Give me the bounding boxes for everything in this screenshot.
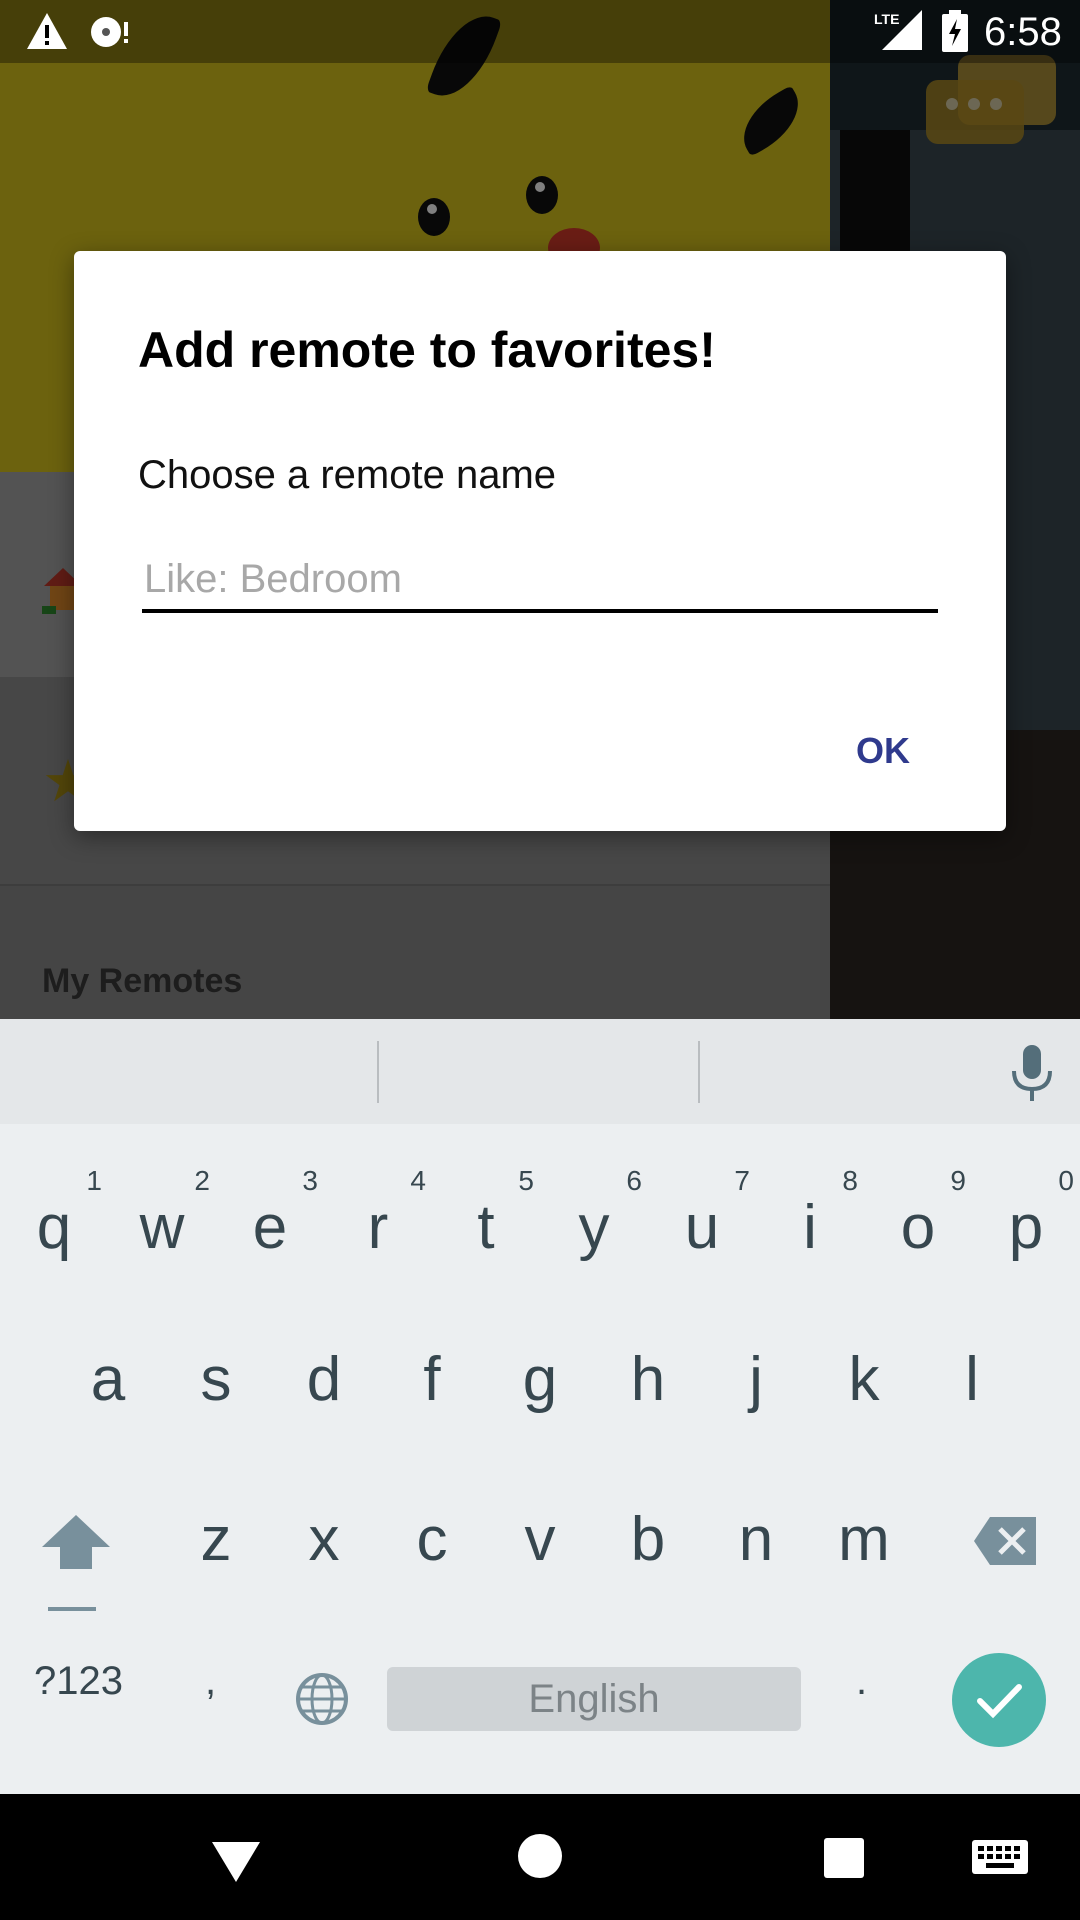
- clock: 6:58: [984, 10, 1062, 54]
- key-s[interactable]: s: [162, 1287, 270, 1447]
- key-q[interactable]: 1q: [0, 1127, 108, 1287]
- enter-key[interactable]: [952, 1653, 1046, 1747]
- ok-button[interactable]: OK: [828, 721, 938, 781]
- key-d[interactable]: d: [270, 1287, 378, 1447]
- dialog-title: Add remote to favorites!: [138, 322, 716, 378]
- key-v[interactable]: v: [486, 1449, 594, 1609]
- navigation-bar: [0, 1794, 1080, 1920]
- key-y[interactable]: 6y: [540, 1127, 648, 1287]
- key-g[interactable]: g: [486, 1287, 594, 1447]
- symbols-key[interactable]: ?123: [34, 1659, 123, 1704]
- suggestion-strip: [0, 1019, 1080, 1124]
- key-x[interactable]: x: [270, 1449, 378, 1609]
- space-key[interactable]: English: [387, 1667, 801, 1731]
- key-e[interactable]: 3e: [216, 1127, 324, 1287]
- key-z[interactable]: z: [162, 1449, 270, 1609]
- comma-key[interactable]: ,: [205, 1659, 216, 1704]
- dialog-subtitle: Choose a remote name: [138, 453, 557, 497]
- key-l[interactable]: l: [918, 1287, 1026, 1447]
- suggestion-divider: [377, 1041, 379, 1103]
- key-u[interactable]: 7u: [648, 1127, 756, 1287]
- soft-keyboard: 1q 2w 3e 4r 5t 6y 7u 8i 9o 0p a s d f g …: [0, 1019, 1080, 1794]
- recents-square-icon[interactable]: [824, 1838, 864, 1878]
- key-r[interactable]: 4r: [324, 1127, 432, 1287]
- warning-icon: [27, 13, 67, 49]
- shift-icon[interactable]: [38, 1507, 114, 1617]
- key-t[interactable]: 5t: [432, 1127, 540, 1287]
- key-n[interactable]: n: [702, 1449, 810, 1609]
- home-circle-icon[interactable]: [518, 1834, 562, 1878]
- globe-icon[interactable]: [294, 1671, 350, 1727]
- key-w[interactable]: 2w: [108, 1127, 216, 1287]
- battery-charging-icon: [942, 10, 968, 52]
- suggestion-divider: [698, 1041, 700, 1103]
- microphone-icon[interactable]: [1004, 1043, 1060, 1103]
- disc-notification-icon: [91, 17, 128, 47]
- key-m[interactable]: m: [810, 1449, 918, 1609]
- backspace-icon[interactable]: [972, 1513, 1040, 1569]
- key-b[interactable]: b: [594, 1449, 702, 1609]
- period-key[interactable]: .: [856, 1659, 867, 1704]
- key-c[interactable]: c: [378, 1449, 486, 1609]
- key-p[interactable]: 0p: [972, 1127, 1080, 1287]
- add-favorite-dialog: Add remote to favorites! Choose a remote…: [74, 251, 1006, 831]
- key-i[interactable]: 8i: [756, 1127, 864, 1287]
- svg-text:LTE: LTE: [874, 11, 899, 27]
- checkmark-icon: [977, 1684, 1022, 1719]
- remote-name-input[interactable]: [142, 549, 938, 613]
- keyboard-switch-icon[interactable]: [972, 1838, 1028, 1878]
- key-j[interactable]: j: [702, 1287, 810, 1447]
- back-triangle-icon[interactable]: [210, 1838, 262, 1884]
- key-h[interactable]: h: [594, 1287, 702, 1447]
- lte-signal-icon: LTE: [874, 10, 922, 50]
- key-k[interactable]: k: [810, 1287, 918, 1447]
- key-a[interactable]: a: [54, 1287, 162, 1447]
- key-f[interactable]: f: [378, 1287, 486, 1447]
- status-bar: LTE 6:58: [0, 0, 1080, 63]
- key-o[interactable]: 9o: [864, 1127, 972, 1287]
